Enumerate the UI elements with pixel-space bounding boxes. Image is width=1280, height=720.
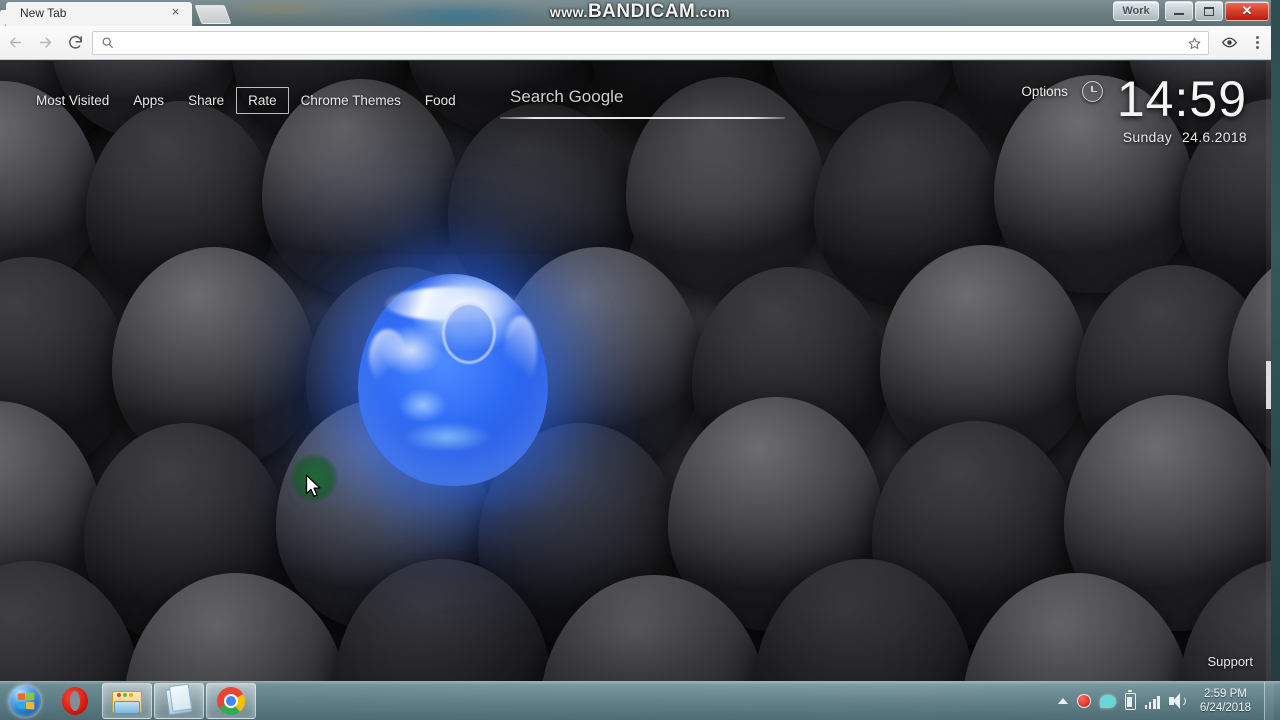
tray-app-icon[interactable]: [1099, 694, 1116, 708]
forward-button[interactable]: [30, 26, 60, 60]
minimize-icon: [1174, 13, 1184, 15]
taskbar-item-file-explorer[interactable]: [102, 683, 152, 719]
back-button[interactable]: [0, 26, 30, 60]
spheres-wallpaper: [0, 61, 1271, 681]
battery-icon[interactable]: [1124, 689, 1136, 710]
tray-time: 2:59 PM: [1204, 688, 1247, 700]
new-tab-page: Most Visited Apps Share Rate Chrome Them…: [0, 61, 1271, 681]
browser-toolbar: [0, 26, 1271, 60]
document-icon: [165, 683, 193, 716]
reload-icon: [68, 35, 82, 49]
clock-weekday: Sunday: [1122, 129, 1173, 145]
search-underline: [500, 117, 785, 119]
profile-button-work[interactable]: Work: [1113, 1, 1159, 21]
nav-link-share[interactable]: Share: [176, 87, 236, 114]
clock-date: Sunday 24.6.2018: [1021, 129, 1247, 145]
nav-link-chrome-themes[interactable]: Chrome Themes: [289, 87, 413, 114]
nav-link-food[interactable]: Food: [413, 87, 468, 114]
close-window-button[interactable]: ✕: [1225, 1, 1269, 21]
page-scrollbar[interactable]: [1266, 61, 1271, 681]
taskbar-item-notepad[interactable]: [154, 683, 204, 719]
taskbar-item-chrome[interactable]: [206, 683, 256, 719]
google-search-box[interactable]: Search Google: [500, 85, 785, 119]
clock-icon[interactable]: [1081, 80, 1103, 102]
search-input[interactable]: Search Google: [500, 85, 785, 117]
folder-icon: [112, 689, 142, 714]
nav-link-rate[interactable]: Rate: [236, 86, 289, 114]
chrome-browser-window: New Tab × Work ✕ www.BANDICAM.com Most V…: [0, 0, 1271, 681]
speaker-icon[interactable]: [1168, 693, 1187, 709]
clock-time: 14:59: [1116, 71, 1247, 127]
clock-date-value: 24.6.2018: [1182, 129, 1247, 145]
eye-extension-icon[interactable]: [1215, 26, 1243, 60]
bookmark-star-icon[interactable]: [1187, 36, 1202, 56]
tray-clock[interactable]: 2:59 PM 6/24/2018: [1196, 687, 1255, 715]
close-icon[interactable]: ×: [169, 5, 182, 19]
nav-link-most-visited[interactable]: Most Visited: [24, 87, 121, 114]
nav-link-apps[interactable]: Apps: [121, 87, 176, 114]
bandicam-record-icon[interactable]: [1076, 694, 1091, 708]
tab-title: New Tab: [20, 6, 67, 20]
opera-icon: [62, 687, 88, 715]
clock-widget: Options 14:59 Sunday 24.6.2018: [1021, 73, 1247, 145]
show-desktop-button[interactable]: [1264, 682, 1274, 720]
new-tab-button[interactable]: [194, 5, 232, 24]
minimize-button[interactable]: [1165, 1, 1193, 21]
reload-button[interactable]: [60, 26, 90, 60]
taskbar-item-opera[interactable]: [50, 683, 100, 719]
options-link[interactable]: Options: [1021, 84, 1068, 99]
windows-taskbar: 2:59 PM 6/24/2018: [0, 681, 1280, 720]
chrome-icon: [217, 687, 245, 715]
system-tray: 2:59 PM 6/24/2018: [1057, 682, 1280, 720]
signal-bars-icon[interactable]: [1144, 694, 1160, 709]
show-hidden-icons-arrow[interactable]: [1057, 698, 1068, 704]
highlighted-blue-sphere: [358, 274, 548, 486]
aero-glass-blur: [200, 0, 960, 26]
address-bar[interactable]: [92, 30, 1209, 56]
maximize-button[interactable]: [1195, 1, 1223, 21]
scrollbar-thumb[interactable]: [1266, 361, 1271, 409]
tab-strip: New Tab × Work ✕: [0, 0, 1271, 26]
search-icon: [101, 36, 114, 49]
forward-arrow-icon: [39, 37, 51, 48]
support-link[interactable]: Support: [1207, 654, 1253, 669]
window-controls: Work ✕: [1113, 1, 1269, 23]
maximize-icon: [1204, 6, 1214, 16]
three-dot-menu-icon[interactable]: [1243, 26, 1271, 60]
tray-date: 6/24/2018: [1199, 702, 1251, 714]
browser-tab-new-tab[interactable]: New Tab ×: [6, 2, 192, 26]
start-button[interactable]: [2, 684, 48, 718]
back-arrow-icon: [9, 37, 21, 48]
windows-logo-icon: [9, 685, 41, 717]
